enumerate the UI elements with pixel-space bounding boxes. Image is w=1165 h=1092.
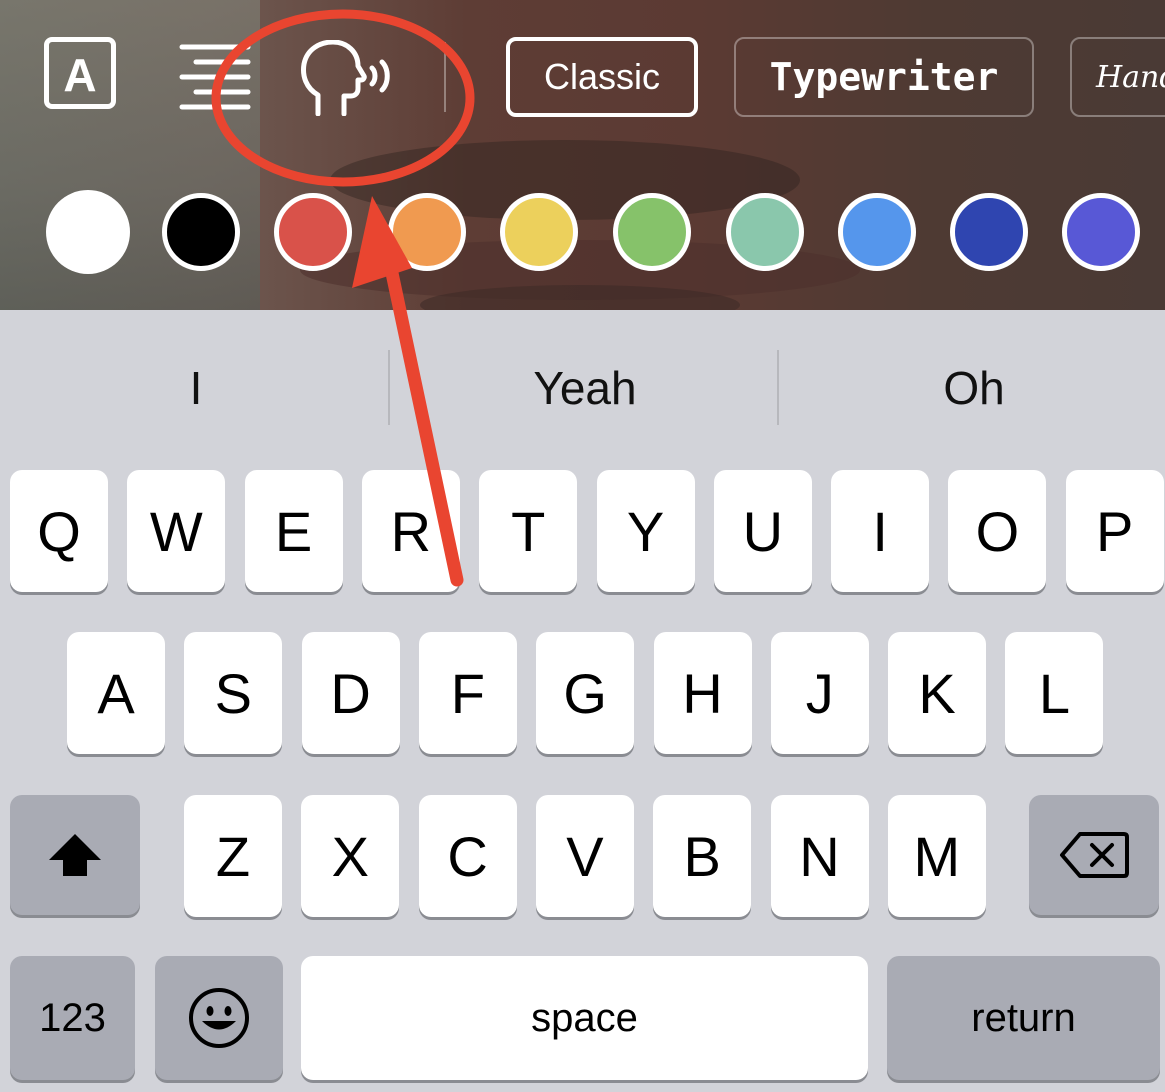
key-f[interactable]: F xyxy=(418,632,517,754)
key-label: C xyxy=(447,824,488,888)
key-v[interactable]: V xyxy=(535,795,634,917)
delete-key[interactable] xyxy=(1029,795,1159,915)
align-lines-icon xyxy=(179,44,251,110)
key-q[interactable]: Q xyxy=(10,470,108,592)
screen: A Classic Typewriter Han I Yeah Oh Q W E… xyxy=(0,0,1165,1092)
voice-effect-icon xyxy=(301,39,390,117)
key-label: P xyxy=(1096,499,1134,563)
numbers-key-label: 123 xyxy=(39,995,106,1040)
emoji-smiley-icon xyxy=(189,988,249,1048)
key-k[interactable]: K xyxy=(888,632,987,754)
key-label: G xyxy=(563,661,607,725)
key-label: V xyxy=(566,824,604,888)
suggestion-divider xyxy=(777,350,779,425)
color-swatch-3[interactable] xyxy=(274,193,352,271)
return-key[interactable]: return xyxy=(887,956,1160,1080)
key-d[interactable]: D xyxy=(301,632,400,754)
style-handwriting-label: Handw xyxy=(1096,59,1165,95)
key-label: R xyxy=(390,499,432,563)
style-handwriting-button[interactable]: Handw xyxy=(1070,37,1165,117)
color-swatch-7[interactable] xyxy=(726,193,804,271)
key-r[interactable]: R xyxy=(361,470,460,592)
color-swatch-8[interactable] xyxy=(838,193,916,271)
color-swatch-2[interactable] xyxy=(162,193,240,271)
color-swatch-10[interactable] xyxy=(1062,193,1140,271)
suggestion-2[interactable]: Yeah xyxy=(391,340,779,436)
suggestion-divider xyxy=(388,350,390,425)
key-w[interactable]: W xyxy=(127,470,226,592)
color-swatch-1[interactable] xyxy=(46,190,130,274)
key-u[interactable]: U xyxy=(713,470,812,592)
key-l[interactable]: L xyxy=(1005,632,1104,754)
key-label: F xyxy=(450,661,485,725)
key-i[interactable]: I xyxy=(831,470,930,592)
color-swatch-9[interactable] xyxy=(950,193,1028,271)
style-typewriter-label: Typewriter xyxy=(769,55,999,99)
key-m[interactable]: M xyxy=(887,795,986,917)
numbers-key[interactable]: 123 xyxy=(10,956,135,1080)
return-key-label: return xyxy=(971,995,1076,1040)
style-typewriter-button[interactable]: Typewriter xyxy=(734,37,1034,117)
key-z[interactable]: Z xyxy=(184,795,282,917)
toolbar-divider xyxy=(444,42,446,112)
key-j[interactable]: J xyxy=(770,632,869,754)
key-label: N xyxy=(799,824,840,888)
key-label: B xyxy=(683,824,721,888)
color-swatch-5[interactable] xyxy=(500,193,578,271)
key-s[interactable]: S xyxy=(184,632,283,754)
key-label: J xyxy=(805,661,834,725)
key-y[interactable]: Y xyxy=(596,470,695,592)
backspace-icon xyxy=(1060,832,1129,878)
space-key[interactable]: space xyxy=(301,956,868,1080)
text-align-button[interactable] xyxy=(178,42,256,112)
text-background-toggle-button[interactable]: A xyxy=(44,37,116,109)
key-label: Q xyxy=(37,499,81,563)
key-label: K xyxy=(918,661,956,725)
key-label: O xyxy=(975,499,1020,563)
key-label: L xyxy=(1038,661,1070,725)
space-key-label: space xyxy=(531,995,638,1040)
voice-effect-button[interactable] xyxy=(300,39,400,117)
key-label: T xyxy=(511,499,546,563)
key-e[interactable]: E xyxy=(244,470,343,592)
suggestion-1[interactable]: I xyxy=(2,340,390,436)
key-label: H xyxy=(682,661,723,725)
suggestion-3[interactable]: Oh xyxy=(780,340,1165,436)
font-a-icon: A xyxy=(63,49,97,101)
key-label: I xyxy=(872,499,888,563)
color-swatch-6[interactable] xyxy=(613,193,691,271)
key-x[interactable]: X xyxy=(301,795,400,917)
shift-key[interactable] xyxy=(10,795,140,915)
key-label: E xyxy=(274,499,313,563)
key-label: Z xyxy=(215,824,251,888)
key-label: M xyxy=(913,824,961,888)
key-label: W xyxy=(149,499,203,563)
style-classic-button[interactable]: Classic xyxy=(506,37,698,117)
key-n[interactable]: N xyxy=(770,795,869,917)
key-o[interactable]: O xyxy=(948,470,1047,592)
key-a[interactable]: A xyxy=(67,632,165,754)
key-c[interactable]: C xyxy=(418,795,517,917)
camera-background-photo: A Classic Typewriter Han xyxy=(0,0,1165,310)
key-h[interactable]: H xyxy=(653,632,752,754)
key-label: X xyxy=(331,824,369,888)
key-t[interactable]: T xyxy=(479,470,578,592)
key-label: D xyxy=(330,661,371,725)
key-b[interactable]: B xyxy=(653,795,752,917)
color-swatch-4[interactable] xyxy=(388,193,466,271)
key-g[interactable]: G xyxy=(536,632,635,754)
key-label: S xyxy=(214,661,252,725)
key-p[interactable]: P xyxy=(1065,470,1164,592)
emoji-key[interactable] xyxy=(155,956,283,1080)
style-classic-label: Classic xyxy=(543,56,660,97)
key-label: Y xyxy=(626,499,665,563)
key-label: A xyxy=(97,661,135,725)
shift-arrow-icon xyxy=(49,834,101,876)
key-label: U xyxy=(742,499,784,563)
